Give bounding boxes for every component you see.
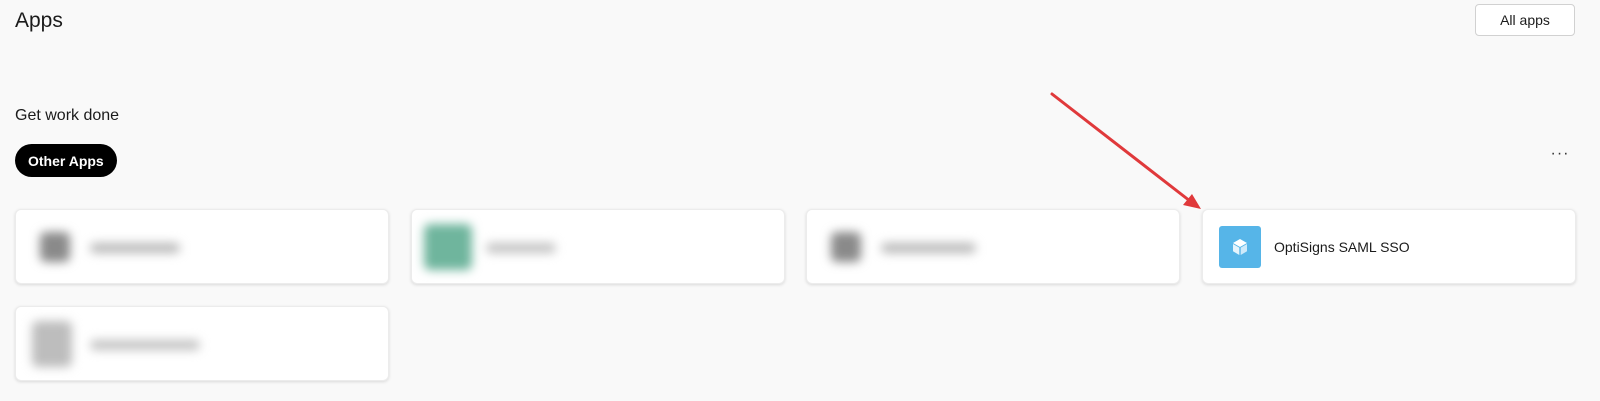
app-tile-redacted-1[interactable] — [15, 209, 389, 284]
app-name: OptiSigns SAML SSO — [1274, 239, 1410, 255]
redacted-app-icon — [32, 321, 72, 367]
redacted-app-label — [881, 243, 976, 253]
more-options-button[interactable]: ··· — [1548, 142, 1572, 166]
redacted-app-icon — [424, 224, 472, 270]
app-tile-redacted-2[interactable] — [411, 209, 785, 284]
section-title: Get work done — [15, 107, 120, 124]
all-apps-button[interactable]: All apps — [1475, 4, 1575, 36]
redacted-app-label — [90, 340, 200, 350]
app-tile-optisigns-saml-sso[interactable]: OptiSigns SAML SSO — [1202, 209, 1576, 284]
redacted-app-icon — [831, 232, 861, 262]
filter-pill-label: Other Apps — [28, 152, 104, 169]
filter-pill-other-apps[interactable]: Other Apps — [15, 144, 117, 177]
app-tile-redacted-3[interactable] — [806, 209, 1180, 284]
cube-icon — [1219, 226, 1261, 268]
app-tile-redacted-4[interactable] — [15, 306, 389, 381]
page-title: Apps — [15, 9, 63, 32]
redacted-app-label — [90, 243, 180, 253]
redacted-app-label — [486, 243, 556, 253]
redacted-app-icon — [40, 232, 70, 262]
